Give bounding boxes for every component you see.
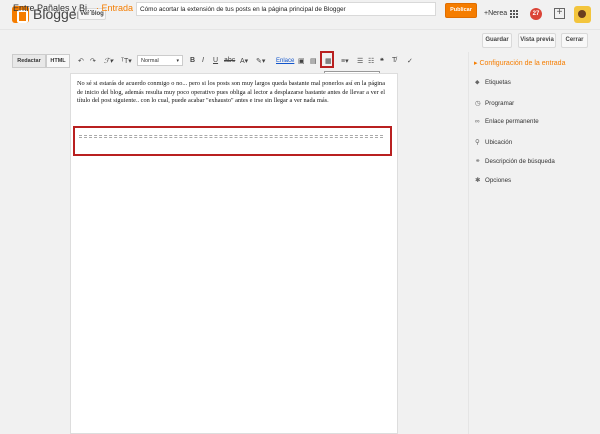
preview-button[interactable]: Vista previa — [518, 33, 556, 48]
sidebar-item-label: Descripción de búsqueda — [485, 158, 555, 165]
apps-grid-icon[interactable] — [510, 10, 518, 18]
settings-heading-label: Configuración de la entrada — [479, 60, 566, 67]
sidebar-item-location[interactable]: ⚲ Ubicación — [475, 138, 512, 146]
close-button[interactable]: Cerrar — [561, 33, 588, 48]
blog-name[interactable]: Entre Pañales y Bi... — [13, 3, 95, 13]
post-title-input[interactable]: Cómo acortar la extensión de tus posts e… — [136, 2, 436, 16]
insert-image-icon[interactable]: ▣ — [298, 57, 305, 65]
link-icon: ∞ — [475, 118, 480, 125]
jump-break-highlight — [320, 51, 334, 68]
sidebar-item-labels[interactable]: ⬥ Etiquetas — [475, 79, 511, 87]
tab-html[interactable]: HTML — [46, 54, 70, 68]
text-color-icon[interactable]: A▾ — [240, 57, 248, 65]
font-size-icon[interactable]: ᵀT▾ — [121, 57, 132, 65]
sidebar-item-label: Opciones — [485, 177, 512, 184]
save-button[interactable]: Guardar — [482, 33, 512, 48]
italic-icon[interactable]: I — [202, 57, 204, 64]
quote-icon[interactable]: ❝ — [380, 57, 384, 65]
paragraph-format-select[interactable]: Normal ▾ — [137, 55, 183, 66]
settings-heading[interactable]: ▸ Configuración de la entrada — [474, 59, 565, 67]
jump-break-line[interactable] — [79, 135, 383, 138]
gear-icon: ✱ — [475, 177, 481, 184]
settings-sidebar — [468, 52, 600, 434]
sidebar-item-label: Etiquetas — [485, 79, 511, 86]
avatar[interactable] — [574, 6, 591, 23]
insert-video-icon[interactable]: ▤ — [310, 57, 317, 65]
sidebar-item-permalink[interactable]: ∞ Enlace permanente — [475, 118, 539, 125]
strikethrough-icon[interactable]: abc — [224, 57, 235, 64]
bold-icon[interactable]: B — [190, 57, 195, 64]
sidebar-item-label: Enlace permanente — [485, 118, 539, 125]
tab-compose[interactable]: Redactar — [12, 54, 46, 68]
clear-format-icon[interactable]: T̸ — [392, 57, 396, 64]
sidebar-item-search-description[interactable]: ⚭ Descripción de búsqueda — [475, 157, 555, 165]
align-icon[interactable]: ≡▾ — [341, 57, 349, 65]
sidebar-item-label: Ubicación — [485, 139, 513, 146]
link-button[interactable]: Enlace — [276, 58, 294, 64]
jump-break-callout — [73, 126, 392, 156]
publish-button[interactable]: Publicar — [445, 3, 477, 18]
font-family-icon[interactable]: ℱ▾ — [104, 57, 113, 65]
sidebar-item-label: Programar — [485, 100, 515, 107]
paragraph-format-value: Normal — [141, 58, 159, 64]
undo-icon[interactable]: ↶ — [78, 57, 84, 65]
share-plus-icon[interactable]: + — [554, 8, 565, 19]
highlight-color-icon[interactable]: ✎▾ — [256, 57, 265, 65]
notifications-badge[interactable]: 27 — [530, 8, 542, 20]
spellcheck-icon[interactable]: ✓ — [407, 57, 413, 65]
post-content[interactable]: No sé si estarás de acuerdo conmigo o no… — [77, 80, 385, 106]
user-name[interactable]: +Nerea — [484, 10, 507, 17]
sidebar-item-schedule[interactable]: ◷ Programar — [475, 99, 514, 107]
location-pin-icon: ⚲ — [475, 139, 480, 146]
section-label: · Entrada — [96, 3, 134, 13]
underline-icon[interactable]: U — [213, 57, 218, 64]
calendar-icon: ◷ — [475, 100, 481, 107]
tag-icon: ⬥ — [475, 79, 480, 86]
bullet-list-icon[interactable]: ☷ — [368, 57, 374, 65]
numbered-list-icon[interactable]: ☰ — [357, 57, 363, 65]
redo-icon[interactable]: ↷ — [90, 57, 96, 65]
search-description-icon: ⚭ — [475, 158, 481, 165]
sidebar-item-options[interactable]: ✱ Opciones — [475, 176, 511, 184]
